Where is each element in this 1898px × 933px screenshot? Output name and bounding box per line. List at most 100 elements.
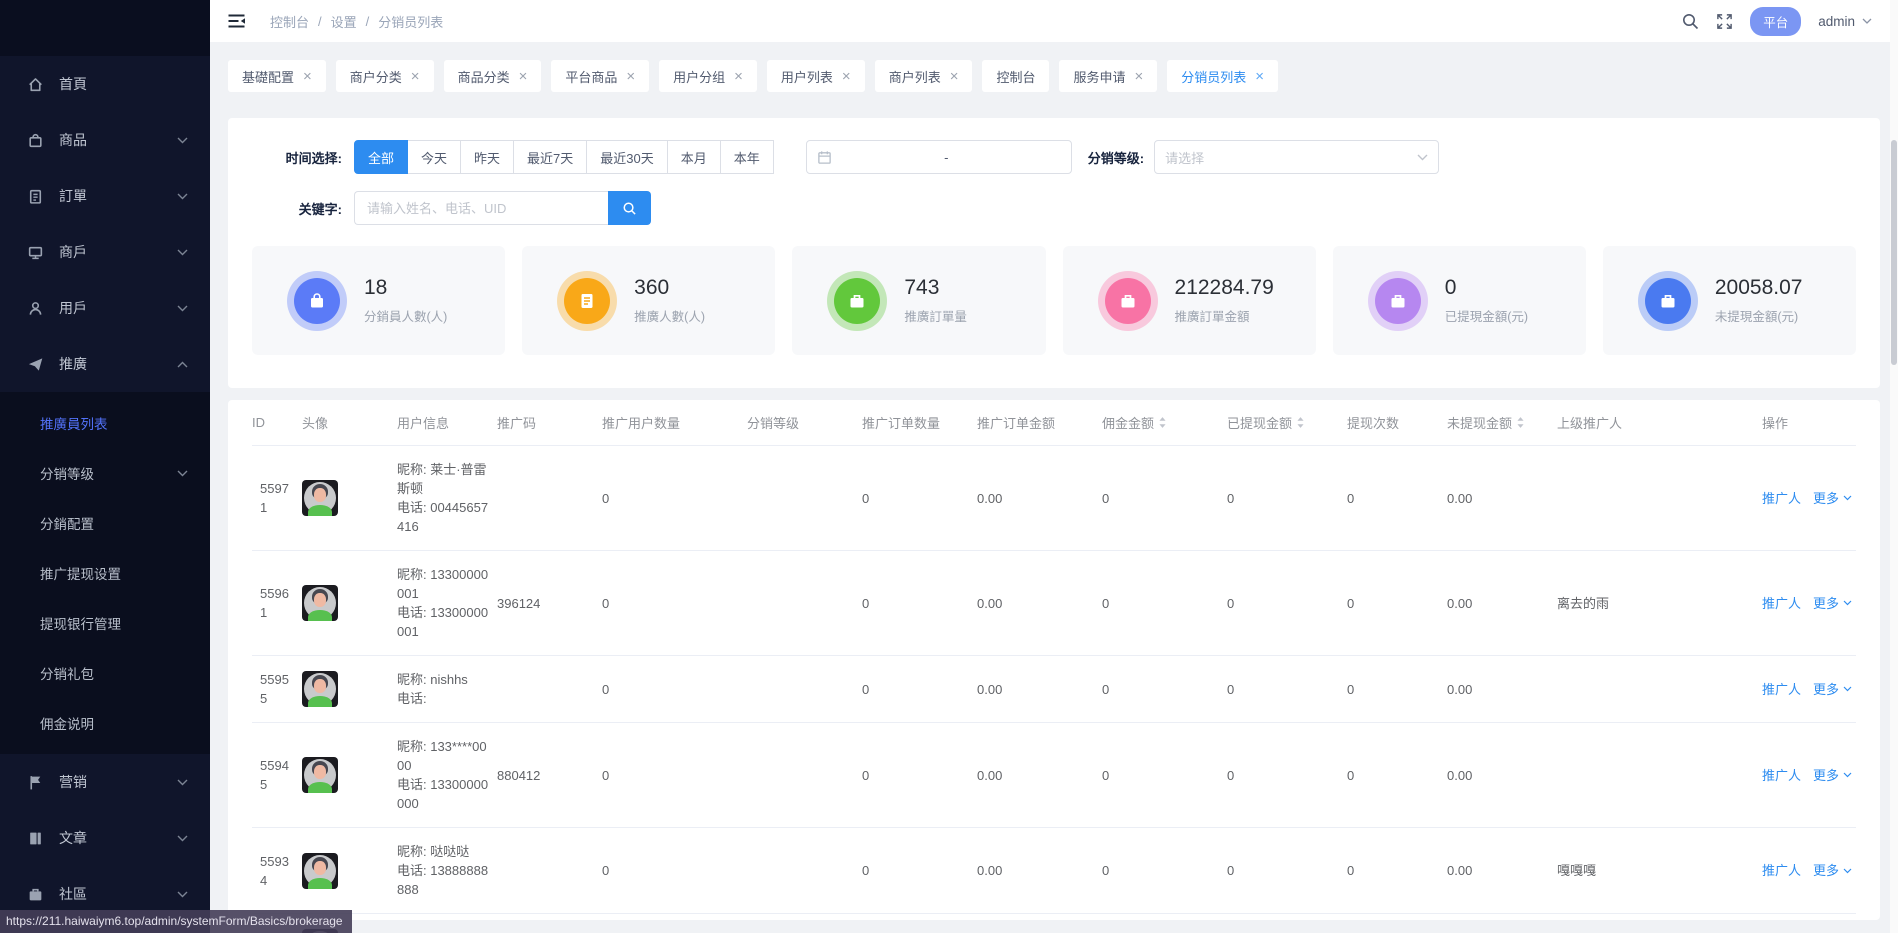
tab-close-icon[interactable]: × xyxy=(411,69,420,84)
time-option-button[interactable]: 今天 xyxy=(407,140,461,174)
promoter-link[interactable]: 推广人 xyxy=(1762,863,1801,878)
main-area: 控制台 / 设置 / 分销员列表 平台 admin 基礎配置 × xyxy=(210,0,1898,933)
cell-order-count: 0 xyxy=(862,914,977,933)
home-icon xyxy=(27,76,44,93)
cell-order-count: 0 xyxy=(862,828,977,914)
cell-promo-code xyxy=(497,656,602,723)
sidebar-subitem-distribution-gift[interactable]: 分销礼包 xyxy=(0,648,210,698)
sidebar-item-promotion[interactable]: 推廣 xyxy=(0,336,210,392)
sidebar-subitem-commission-note[interactable]: 佣金说明 xyxy=(0,698,210,748)
avatar xyxy=(302,853,338,889)
scrollbar-thumb[interactable] xyxy=(1891,140,1897,365)
stat-value: 0 xyxy=(1445,276,1528,300)
time-option-button[interactable]: 最近30天 xyxy=(586,140,667,174)
sidebar-item-goods[interactable]: 商品 xyxy=(0,112,210,168)
keyword-input[interactable] xyxy=(354,191,608,225)
cell-order-count: 0 xyxy=(862,723,977,828)
sidebar-logo xyxy=(0,0,210,56)
table-header-row: ID 头像 用户信息 xyxy=(252,400,1856,446)
more-link[interactable]: 更多 xyxy=(1813,861,1852,880)
tab-close-icon[interactable]: × xyxy=(303,69,312,84)
tab[interactable]: 分销员列表 × xyxy=(1167,60,1278,92)
stat-value: 743 xyxy=(904,276,967,300)
column-header: 推广订单数量 xyxy=(862,400,977,446)
collapse-sidebar-icon[interactable] xyxy=(227,13,246,29)
time-option-button[interactable]: 本年 xyxy=(720,140,774,174)
cell-actions: 推广人更多 xyxy=(1762,551,1856,656)
sidebar-item-orders[interactable]: 訂單 xyxy=(0,168,210,224)
sort-icon[interactable] xyxy=(1296,416,1305,429)
cell-order-count: 0 xyxy=(862,656,977,723)
tab-close-icon[interactable]: × xyxy=(626,69,635,84)
tab-close-icon[interactable]: × xyxy=(1135,69,1144,84)
fullscreen-icon[interactable] xyxy=(1716,13,1733,30)
stat-icon xyxy=(1105,278,1151,324)
stat-icon xyxy=(1645,278,1691,324)
cell-promo-code xyxy=(497,828,602,914)
tab-close-icon[interactable]: × xyxy=(734,69,743,84)
time-option-button[interactable]: 全部 xyxy=(354,140,408,174)
sidebar-item-users[interactable]: 用戶 xyxy=(0,280,210,336)
level-select[interactable]: 请选择 xyxy=(1154,140,1439,174)
stat-value: 20058.07 xyxy=(1715,276,1803,300)
stat-card: 0 已提現金額(元) xyxy=(1333,246,1586,355)
search-icon[interactable] xyxy=(1682,13,1699,30)
sidebar-item-label: 訂單 xyxy=(59,186,177,206)
cell-promote-users: 0 xyxy=(602,551,747,656)
avatar xyxy=(302,585,338,621)
more-link[interactable]: 更多 xyxy=(1813,766,1852,785)
promoter-link[interactable]: 推广人 xyxy=(1762,596,1801,611)
more-link[interactable]: 更多 xyxy=(1813,489,1852,508)
time-option-button[interactable]: 本月 xyxy=(667,140,721,174)
tab[interactable]: 平台商品 × xyxy=(551,60,649,92)
sidebar-subitem-distribution-config[interactable]: 分銷配置 xyxy=(0,498,210,548)
user-menu[interactable]: admin xyxy=(1818,14,1872,29)
cell-id: 55961 xyxy=(252,551,302,656)
time-option-button[interactable]: 昨天 xyxy=(460,140,514,174)
cell-promote-users: 0 xyxy=(602,656,747,723)
tab-close-icon[interactable]: × xyxy=(950,69,959,84)
tab-close-icon[interactable]: × xyxy=(519,69,528,84)
platform-badge[interactable]: 平台 xyxy=(1750,7,1801,36)
tab-close-icon[interactable]: × xyxy=(1255,69,1264,84)
cell-actions: 推广人更多 xyxy=(1762,828,1856,914)
tab-close-icon[interactable]: × xyxy=(842,69,851,84)
sidebar-subitem-promoter-list[interactable]: 推廣員列表 xyxy=(0,398,210,448)
sidebar-subitem-withdraw-bank[interactable]: 提现银行管理 xyxy=(0,598,210,648)
sidebar-item-home[interactable]: 首頁 xyxy=(0,56,210,112)
tab[interactable]: 商户列表 × xyxy=(875,60,973,92)
cell-user-info: 昵称: 133****0000 电话: 13300000000 xyxy=(397,723,497,828)
promoter-link[interactable]: 推广人 xyxy=(1762,491,1801,506)
promoter-link[interactable]: 推广人 xyxy=(1762,768,1801,783)
breadcrumb-separator: / xyxy=(318,14,322,29)
cell-withdrawn: 0 xyxy=(1227,656,1347,723)
stat-label: 已提現金額(元) xyxy=(1445,306,1528,325)
tab-label: 商品分类 xyxy=(458,67,510,86)
more-link[interactable]: 更多 xyxy=(1813,680,1852,699)
sidebar-item-merchants[interactable]: 商戶 xyxy=(0,224,210,280)
tab[interactable]: 商户分类 × xyxy=(336,60,434,92)
breadcrumb-item[interactable]: 控制台 xyxy=(270,12,309,31)
tab[interactable]: 用户分组 × xyxy=(659,60,757,92)
sort-icon[interactable] xyxy=(1158,416,1167,429)
cell-promo-code: 880412 xyxy=(497,723,602,828)
promoter-link[interactable]: 推广人 xyxy=(1762,682,1801,697)
tab[interactable]: 用户列表 × xyxy=(767,60,865,92)
more-link[interactable]: 更多 xyxy=(1813,594,1852,613)
tab[interactable]: 控制台 × xyxy=(982,60,1049,92)
tab[interactable]: 商品分类 × xyxy=(444,60,542,92)
sidebar-subitem-distribution-level[interactable]: 分销等级 xyxy=(0,448,210,498)
cell-commission: 0 xyxy=(1102,828,1227,914)
tab[interactable]: 基礎配置 × xyxy=(228,60,326,92)
tab[interactable]: 服务申请 × xyxy=(1059,60,1157,92)
page-scrollbar xyxy=(1890,0,1898,933)
sidebar-item-articles[interactable]: 文章 xyxy=(0,810,210,866)
sidebar-item-marketing[interactable]: 营销 xyxy=(0,754,210,810)
cell-avatar xyxy=(302,723,397,828)
time-option-button[interactable]: 最近7天 xyxy=(513,140,587,174)
search-button[interactable] xyxy=(608,191,651,225)
sidebar-subitem-withdraw-settings[interactable]: 推广提现设置 xyxy=(0,548,210,598)
date-range-picker[interactable]: - xyxy=(806,140,1072,174)
sort-icon[interactable] xyxy=(1516,416,1525,429)
breadcrumb-item[interactable]: 设置 xyxy=(331,12,357,31)
